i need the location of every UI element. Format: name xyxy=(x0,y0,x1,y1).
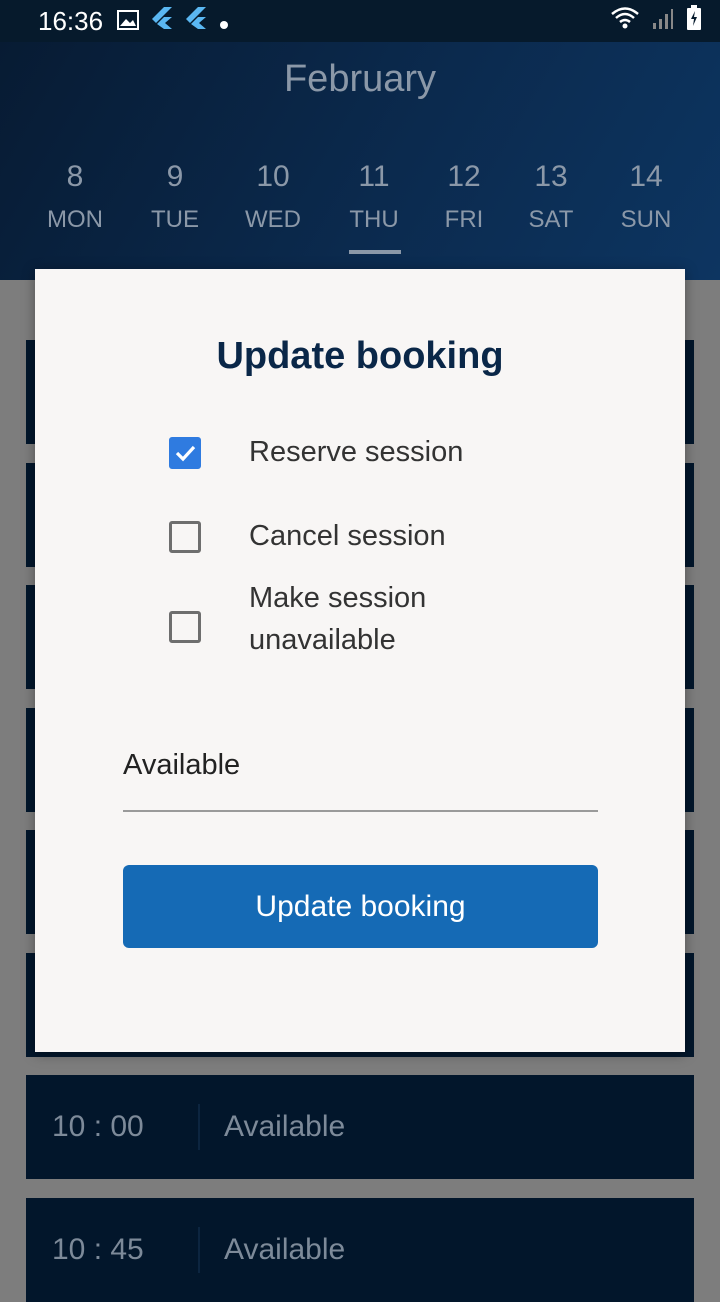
day-name: SAT xyxy=(528,206,574,233)
selected-day-indicator xyxy=(349,250,401,254)
slot-time: 10 : 45 xyxy=(52,1233,144,1266)
status-right-icons xyxy=(610,4,702,38)
flutter-icon xyxy=(151,6,173,37)
slot-divider xyxy=(198,1104,200,1150)
option-make-unavailable[interactable]: Make session unavailable xyxy=(169,582,426,656)
day-number: 8 xyxy=(66,160,84,193)
make-unavailable-label-line2: unavailable xyxy=(249,624,396,656)
make-unavailable-label: Make session unavailable xyxy=(249,577,426,661)
make-unavailable-label-line1: Make session xyxy=(249,582,427,614)
dialog-title: Update booking xyxy=(216,335,504,377)
update-booking-dialog: Update booking Reserve session Cancel se… xyxy=(35,269,685,1052)
battery-icon xyxy=(686,4,702,38)
image-icon xyxy=(117,6,140,37)
slot-status: Available xyxy=(224,1110,346,1143)
day-name: FRI xyxy=(444,206,484,233)
make-unavailable-checkbox[interactable] xyxy=(169,611,201,643)
day-name: SUN xyxy=(620,206,672,233)
day-name: MON xyxy=(47,206,103,233)
flutter-icon xyxy=(185,6,207,37)
day-number: 13 xyxy=(534,160,568,193)
cancel-session-checkbox[interactable] xyxy=(169,521,201,553)
month-title: February xyxy=(283,58,437,100)
day-number: 12 xyxy=(447,160,481,193)
day-name: WED xyxy=(245,206,301,233)
check-icon xyxy=(175,445,196,462)
day-tab-mon[interactable]: 8 MON xyxy=(30,160,120,234)
reserve-session-label: Reserve session xyxy=(249,436,464,468)
signal-icon xyxy=(652,6,674,37)
option-cancel-session[interactable]: Cancel session xyxy=(169,519,446,555)
reserve-session-checkbox[interactable] xyxy=(169,437,201,469)
day-tab-sun[interactable]: 14 SUN xyxy=(601,160,691,234)
booking-status-field[interactable]: Available xyxy=(123,749,240,782)
slot-row[interactable]: 10 : 45 Available xyxy=(26,1198,694,1302)
day-tab-thu[interactable]: 11 THU xyxy=(329,160,419,234)
day-tab-wed[interactable]: 10 WED xyxy=(228,160,318,234)
status-bar: 16:36 xyxy=(0,0,720,42)
day-number: 9 xyxy=(166,160,184,193)
slot-time: 10 : 00 xyxy=(52,1110,144,1143)
wifi-icon xyxy=(610,6,640,37)
day-tab-tue[interactable]: 9 TUE xyxy=(130,160,220,234)
slot-status: Available xyxy=(224,1233,346,1266)
day-tab-sat[interactable]: 13 SAT xyxy=(506,160,596,234)
day-tab-fri[interactable]: 12 FRI xyxy=(419,160,509,234)
day-number: 11 xyxy=(358,160,390,193)
day-number: 14 xyxy=(629,160,663,193)
day-name: THU xyxy=(349,206,399,233)
update-booking-button[interactable]: Update booking xyxy=(123,865,598,948)
slot-row[interactable]: 10 : 00 Available xyxy=(26,1075,694,1179)
cancel-session-label: Cancel session xyxy=(249,520,446,552)
field-underline xyxy=(123,810,598,812)
status-time: 16:36 xyxy=(38,5,104,36)
day-number: 10 xyxy=(256,160,290,193)
option-reserve-session[interactable]: Reserve session xyxy=(169,435,463,471)
calendar-header: February 8 MON 9 TUE 10 WED 11 THU 12 FR… xyxy=(0,42,720,280)
dot-icon xyxy=(219,6,229,37)
day-name: TUE xyxy=(151,206,199,233)
slot-divider xyxy=(198,1227,200,1273)
